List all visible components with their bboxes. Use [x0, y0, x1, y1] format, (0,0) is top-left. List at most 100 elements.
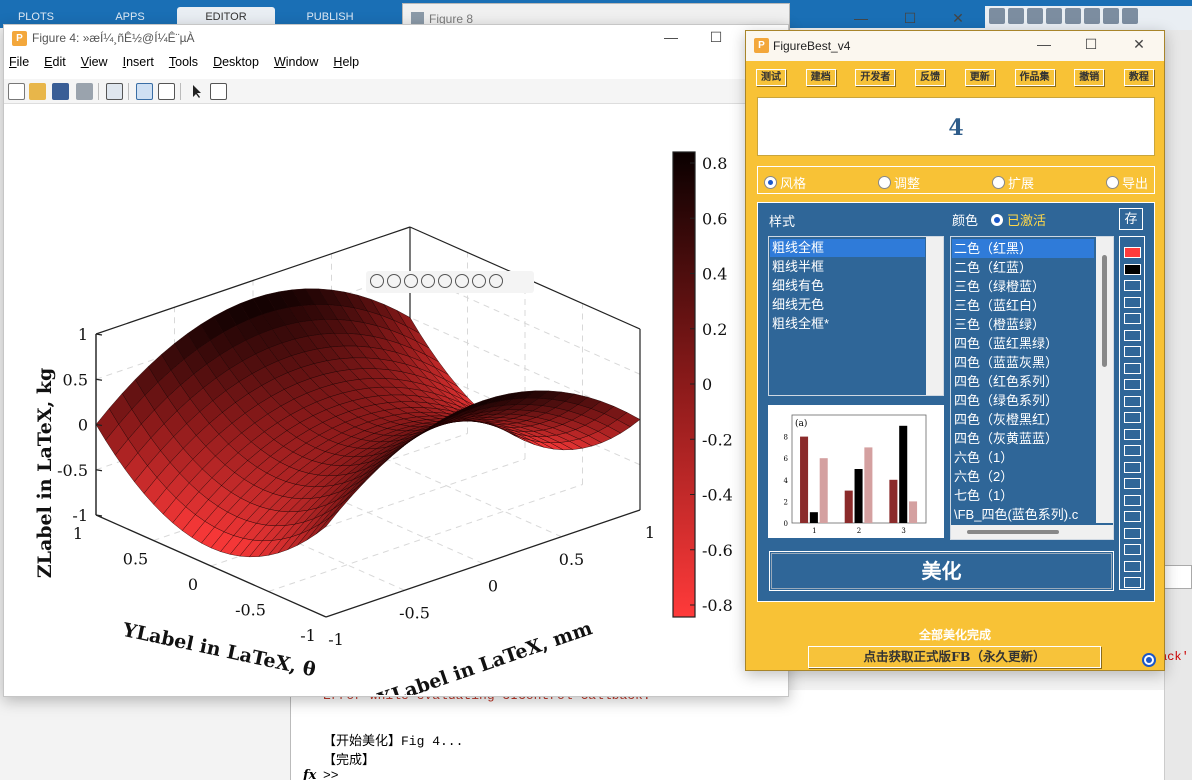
axes-area[interactable]: 1 0.5 0 -0.5 -1 -1 -0.5 0 0.5 1 -1 -0.5 0 0.5 1 ZLabel …: [4, 105, 788, 695]
tab-extend[interactable]: 扩展: [991, 172, 1034, 193]
color-swatch[interactable]: [1124, 461, 1141, 473]
paste-icon[interactable]: [1046, 8, 1062, 24]
get-pro-button[interactable]: 点击获取正式版FB（永久更新）: [808, 646, 1101, 668]
property-editor-icon[interactable]: [210, 83, 227, 100]
figure-number-display[interactable]: 4: [757, 97, 1155, 156]
edit-plot-arrow-icon[interactable]: [188, 83, 205, 100]
scrollbar[interactable]: [951, 525, 1113, 539]
open-icon[interactable]: [29, 83, 46, 100]
cmd-prompt[interactable]: >>: [323, 768, 339, 780]
list-item[interactable]: 四色（灰黄蓝蓝）: [952, 429, 1094, 448]
switch-windows-icon[interactable]: [1103, 8, 1119, 24]
color-swatch[interactable]: [1124, 280, 1141, 291]
rotate-icon[interactable]: [421, 274, 435, 288]
tab-adjust[interactable]: 调整: [877, 172, 920, 193]
maximize-button[interactable]: ☐: [701, 29, 731, 46]
menu-insert[interactable]: Insert: [123, 55, 154, 75]
list-item[interactable]: 四色（绿色系列）: [952, 391, 1094, 410]
scrollbar[interactable]: [926, 237, 943, 395]
link-plot-icon[interactable]: [106, 83, 123, 100]
cut-icon[interactable]: [1008, 8, 1024, 24]
color-swatch[interactable]: [1124, 362, 1141, 374]
redo-icon[interactable]: [1084, 8, 1100, 24]
beautify-button[interactable]: 美化: [769, 551, 1114, 591]
list-item[interactable]: 四色（蓝蓝灰黑）: [952, 353, 1094, 372]
list-item[interactable]: \FB_四色(蓝色系列).c: [952, 505, 1094, 524]
build-button[interactable]: 建档: [805, 69, 836, 86]
menu-view[interactable]: View: [81, 55, 108, 75]
list-item[interactable]: 二色（红黑）: [952, 239, 1094, 258]
figurebest-window[interactable]: P FigureBest_v4 — ☐ ✕ 测试 建档 开发者 反馈 更新 作品…: [745, 30, 1165, 671]
menu-desktop[interactable]: Desktop: [213, 55, 259, 75]
menu-file[interactable]: File: [9, 55, 29, 75]
portfolio-button[interactable]: 作品集: [1014, 69, 1055, 86]
datatip-icon[interactable]: [387, 274, 401, 288]
list-item[interactable]: 七色（1）: [952, 486, 1094, 505]
insert-legend-icon[interactable]: [158, 83, 175, 100]
color-swatch[interactable]: [1124, 379, 1141, 390]
color-swatch[interactable]: [1124, 412, 1141, 423]
help-icon[interactable]: [1122, 8, 1138, 24]
color-swatch[interactable]: [1124, 296, 1141, 308]
minimize-button[interactable]: —: [656, 29, 686, 45]
color-swatch[interactable]: [1124, 428, 1141, 440]
data-icon[interactable]: [404, 274, 418, 288]
zoom-out-icon[interactable]: [472, 274, 486, 288]
color-swatch[interactable]: [1124, 313, 1141, 324]
list-item[interactable]: 四色（红色系列）: [952, 372, 1094, 391]
color-swatch[interactable]: [1124, 478, 1141, 489]
color-swatch[interactable]: [1124, 346, 1141, 357]
surface-plot[interactable]: 10.50-0.5-1-1-0.500.51-1-0.500.51ZLabel …: [4, 105, 788, 695]
insert-colorbar-icon[interactable]: [136, 83, 153, 100]
list-item[interactable]: 六色（2）: [952, 467, 1094, 486]
list-item[interactable]: 细线无色: [770, 296, 925, 314]
undo-icon[interactable]: [1065, 8, 1081, 24]
radio-icon[interactable]: [1142, 653, 1156, 667]
color-swatch[interactable]: [1124, 527, 1141, 539]
list-item[interactable]: 四色（灰橙黑红）: [952, 410, 1094, 429]
test-button[interactable]: 测试: [756, 69, 786, 86]
feedback-button[interactable]: 反馈: [915, 69, 946, 86]
style-list[interactable]: 粗线全框 粗线半框 细线有色 细线无色 粗线全框*: [768, 236, 944, 396]
list-item[interactable]: 二色（红蓝）: [952, 258, 1094, 277]
color-swatch[interactable]: [1124, 577, 1141, 588]
close-button[interactable]: ✕: [1124, 36, 1154, 53]
copy-icon[interactable]: [1027, 8, 1043, 24]
list-item[interactable]: 四色（蓝红黑绿）: [952, 334, 1094, 353]
zoom-in-icon[interactable]: [455, 274, 469, 288]
menu-edit[interactable]: Edit: [44, 55, 66, 75]
list-item[interactable]: 粗线半框: [770, 258, 925, 276]
menu-window[interactable]: Window: [274, 55, 318, 75]
save-style-button[interactable]: 存: [1119, 208, 1143, 230]
scrollbar[interactable]: [1096, 237, 1113, 523]
minimize-button[interactable]: —: [846, 10, 876, 26]
brush-icon[interactable]: [370, 274, 384, 288]
figure-4-window[interactable]: P Figure 4: »æÍ¼¸ñÊ½@Í¼Ê¨µÀ — ☐ File Edi…: [3, 24, 789, 697]
list-item[interactable]: 六色（1）: [952, 448, 1094, 467]
color-swatch[interactable]: [1124, 263, 1141, 275]
tutorial-button[interactable]: 教程: [1123, 69, 1154, 86]
print-icon[interactable]: [76, 83, 93, 100]
color-swatch[interactable]: [1124, 395, 1141, 407]
list-item[interactable]: 三色（绿橙蓝）: [952, 277, 1094, 296]
pan-icon[interactable]: [438, 274, 452, 288]
new-figure-icon[interactable]: [8, 83, 25, 100]
color-swatch[interactable]: [1124, 511, 1141, 522]
color-swatch[interactable]: [1124, 494, 1141, 506]
save-icon[interactable]: [52, 83, 69, 100]
maximize-button[interactable]: ☐: [895, 10, 925, 27]
list-item[interactable]: 粗线全框: [770, 239, 925, 257]
active-indicator[interactable]: 已激活: [991, 210, 1046, 229]
command-window[interactable]: Error while evaluating UIControl Callbac…: [290, 688, 1164, 780]
list-item[interactable]: 三色（蓝红白）: [952, 296, 1094, 315]
color-swatch[interactable]: [1124, 445, 1141, 456]
menu-tools[interactable]: Tools: [169, 55, 198, 75]
color-swatch[interactable]: [1124, 329, 1141, 341]
list-item[interactable]: 细线有色: [770, 277, 925, 295]
tab-style[interactable]: 风格: [764, 172, 806, 193]
color-list[interactable]: 二色（红黑） 二色（红蓝） 三色（绿橙蓝） 三色（蓝红白） 三色（橙蓝绿） 四色…: [950, 236, 1114, 540]
workspace-field[interactable]: [1164, 565, 1192, 589]
list-item[interactable]: 粗线全框*: [770, 315, 925, 333]
menu-help[interactable]: Help: [333, 55, 359, 75]
close-button[interactable]: ✕: [943, 10, 973, 27]
